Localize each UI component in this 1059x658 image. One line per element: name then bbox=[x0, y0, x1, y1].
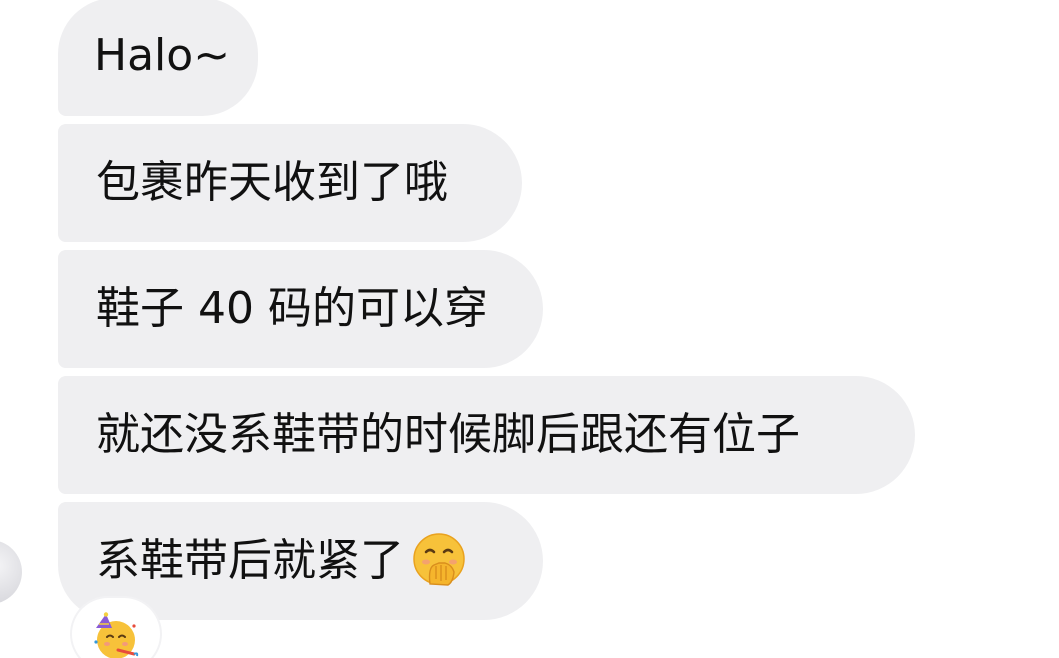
message-bubble[interactable]: 鞋子 40 码的可以穿 bbox=[58, 250, 543, 368]
message-bubble[interactable]: 包裹昨天收到了哦 bbox=[58, 124, 522, 242]
message-bubble[interactable]: 就还没系鞋带的时候脚后跟还有位子 bbox=[58, 376, 915, 494]
message-bubble[interactable]: Halo~ bbox=[58, 0, 258, 116]
hand-over-mouth-emoji-icon bbox=[413, 533, 465, 586]
message-text: 鞋子 40 码的可以穿 bbox=[96, 283, 488, 334]
message-text: 系鞋带后就紧了 bbox=[96, 535, 404, 586]
reaction-badge[interactable] bbox=[72, 598, 160, 658]
avatar[interactable] bbox=[0, 540, 22, 604]
message-text: Halo~ bbox=[94, 30, 231, 81]
chat-thread: Halo~ 包裹昨天收到了哦 鞋子 40 码的可以穿 就还没系鞋带的时候脚后跟还… bbox=[0, 0, 1059, 658]
message-text: 就还没系鞋带的时候脚后跟还有位子 bbox=[96, 409, 800, 460]
partying-face-emoji-icon bbox=[94, 612, 139, 658]
message-text: 包裹昨天收到了哦 bbox=[96, 157, 448, 208]
